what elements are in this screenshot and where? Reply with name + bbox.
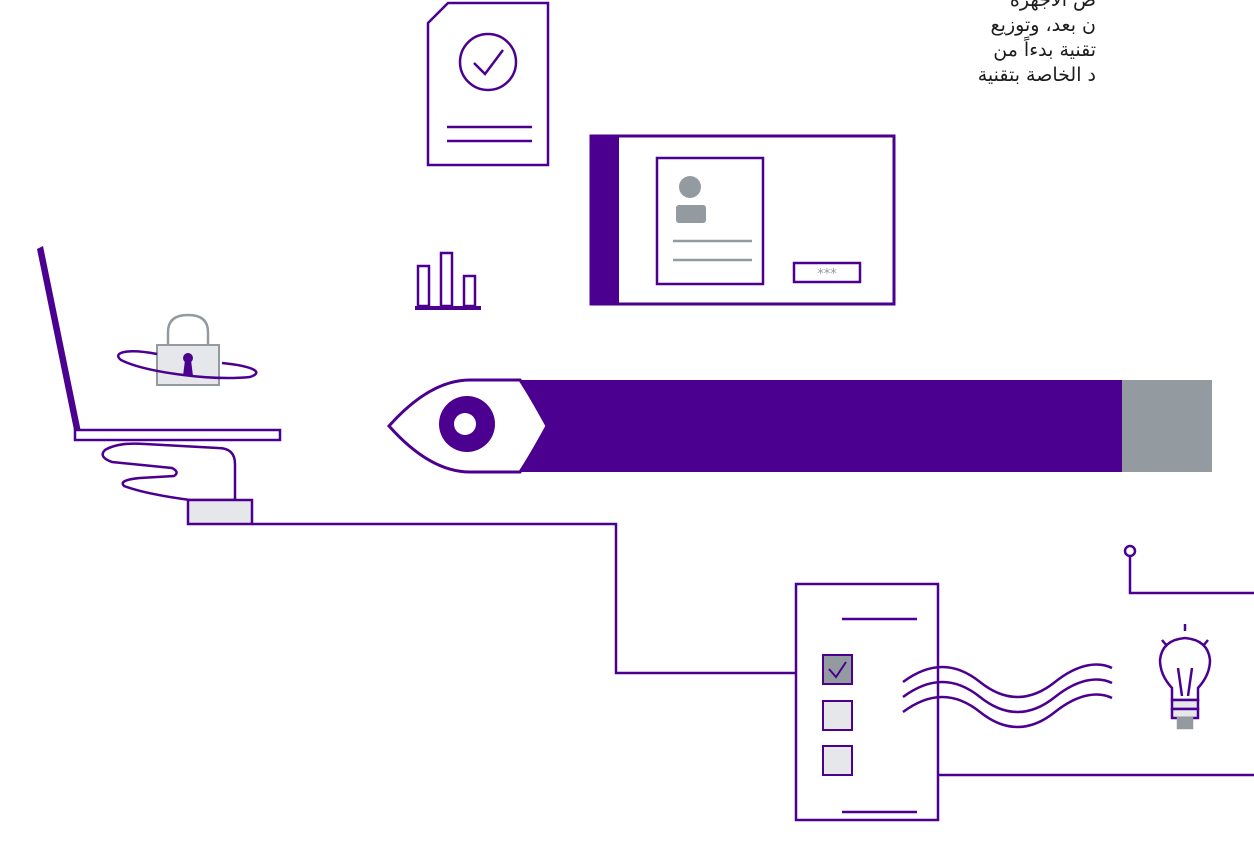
hand-icon: [101, 442, 254, 526]
id-card-icon: ***: [589, 134, 896, 306]
laptop-icon: [37, 246, 282, 442]
document-check-icon: [426, 1, 550, 167]
bar-chart-icon: [415, 251, 481, 310]
password-mask: ***: [817, 267, 837, 282]
checklist-icon: [794, 582, 940, 822]
eye-icon: [386, 378, 1212, 474]
lightbulb-icon: [1158, 624, 1212, 730]
padlock-icon: [117, 313, 258, 386]
connector-lines: [252, 522, 1254, 777]
illustration: ***: [37, 1, 1254, 822]
